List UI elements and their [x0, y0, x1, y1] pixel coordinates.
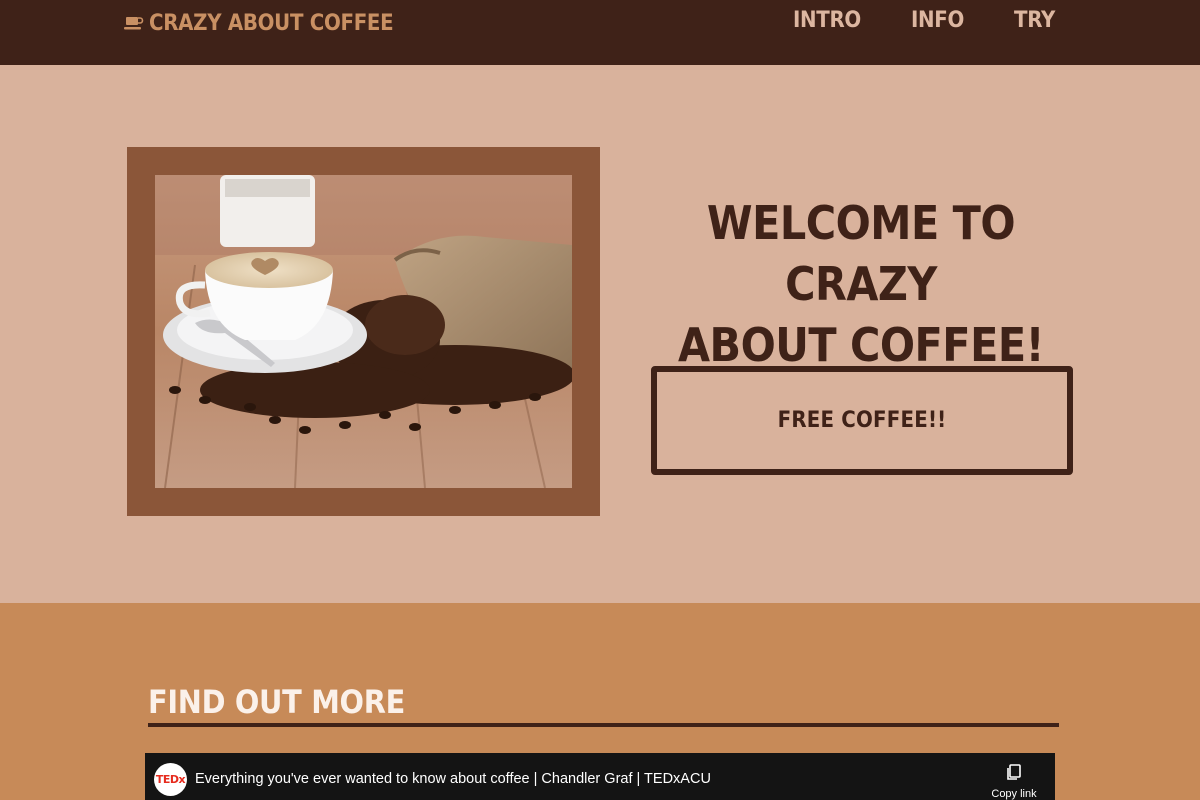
video-embed[interactable]: TEDx Everything you've ever wanted to kn…: [145, 753, 1055, 800]
welcome-heading: WELCOME TO CRAZY ABOUT COFFEE!: [651, 193, 1071, 376]
brand-link[interactable]: CRAZY ABOUT COFFEE: [124, 8, 394, 38]
nav-try[interactable]: TRY: [1014, 8, 1055, 33]
channel-logo[interactable]: TEDx: [154, 763, 187, 796]
free-coffee-label: FREE COFFEE!!: [777, 408, 947, 433]
channel-logo-text: TEDx: [155, 773, 186, 786]
site-header: CRAZY ABOUT COFFEE INTRO INFO TRY: [0, 0, 1200, 65]
copy-icon: [1007, 764, 1021, 780]
free-coffee-button[interactable]: FREE COFFEE!!: [651, 366, 1073, 475]
copy-link-label: Copy link: [991, 788, 1037, 800]
find-out-more-heading: FIND OUT MORE: [148, 683, 405, 721]
coffee-cup-icon: [124, 17, 144, 30]
brand-name: CRAZY ABOUT COFFEE: [149, 10, 394, 36]
hero-section: WELCOME TO CRAZY ABOUT COFFEE! FREE COFF…: [0, 65, 1200, 603]
nav-info[interactable]: INFO: [911, 8, 964, 33]
video-title[interactable]: Everything you've ever wanted to know ab…: [195, 771, 711, 787]
copy-link-button[interactable]: Copy link: [989, 763, 1039, 800]
main-nav: INTRO INFO TRY: [793, 8, 1055, 33]
coffee-photo-illustration: [155, 175, 572, 488]
welcome-line-1: WELCOME TO CRAZY: [706, 196, 1016, 311]
coffee-photo: [155, 175, 572, 488]
section-divider: [148, 723, 1059, 727]
nav-intro[interactable]: INTRO: [793, 8, 861, 33]
photo-frame: [127, 147, 600, 516]
